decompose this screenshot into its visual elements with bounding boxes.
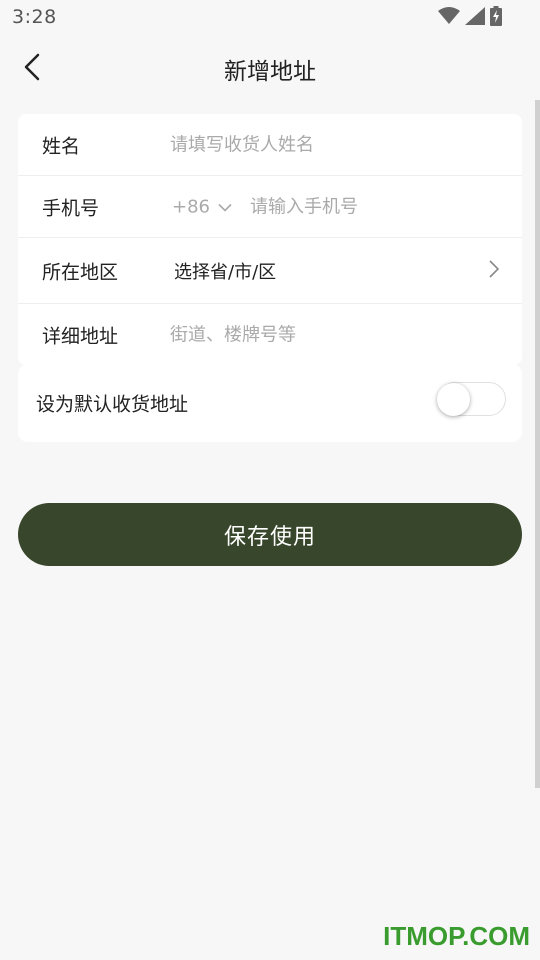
region-label: 所在地区 <box>42 261 119 283</box>
name-label: 姓名 <box>42 135 81 157</box>
status-bar: 3:28 <box>0 0 540 36</box>
header: 新增地址 <box>0 44 540 94</box>
status-icons <box>438 6 502 26</box>
battery-charging-icon <box>490 6 502 26</box>
country-code-value: +86 <box>172 196 210 217</box>
phone-row: 手机号 +86 <box>18 176 522 238</box>
default-address-label: 设为默认收货地址 <box>36 393 189 416</box>
wifi-icon <box>438 7 460 25</box>
status-time: 3:28 <box>12 6 57 28</box>
chevron-right-icon <box>489 259 500 282</box>
signal-icon <box>465 7 485 25</box>
detail-address-input[interactable] <box>170 324 490 345</box>
detail-label: 详细地址 <box>42 325 119 347</box>
region-select[interactable]: 选择省/市/区 <box>174 258 276 284</box>
phone-label: 手机号 <box>42 197 100 219</box>
detail-row: 详细地址 <box>18 304 522 365</box>
default-address-toggle[interactable] <box>437 382 506 416</box>
save-button[interactable]: 保存使用 <box>18 503 522 566</box>
watermark-logo: ITMOP.COM <box>383 921 530 951</box>
default-address-card: 设为默认收货地址 <box>18 364 522 442</box>
name-input[interactable] <box>170 134 490 155</box>
toggle-knob <box>437 383 470 416</box>
phone-input[interactable] <box>250 196 500 217</box>
country-code-select[interactable]: +86 <box>172 196 232 217</box>
region-row[interactable]: 所在地区 选择省/市/区 <box>18 238 522 304</box>
name-row: 姓名 <box>18 114 522 176</box>
address-form: 姓名 手机号 +86 所在地区 选择省/市/区 详细地址 <box>18 114 522 365</box>
scrollbar[interactable] <box>535 100 540 788</box>
chevron-down-icon <box>218 196 232 217</box>
page-title: 新增地址 <box>224 59 316 85</box>
